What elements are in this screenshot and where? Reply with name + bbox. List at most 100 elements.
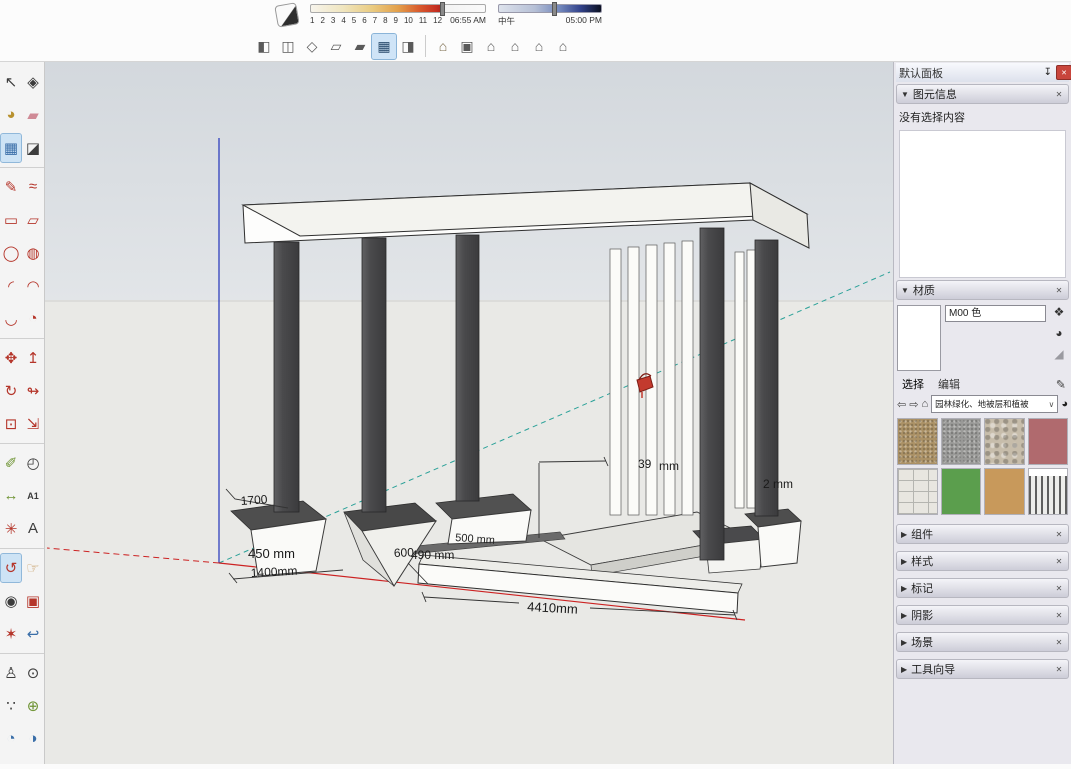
- pan-tool[interactable]: ☞: [23, 554, 43, 582]
- look-around-tool[interactable]: ⊙: [23, 659, 43, 687]
- modeling-viewport[interactable]: 1700 450 mm 1400mm 600 490 mm 500 mm 441…: [45, 62, 893, 764]
- position-camera-tool[interactable]: ♙: [1, 659, 21, 687]
- shadow-toggle-icon[interactable]: [274, 2, 299, 27]
- partial-tool-left[interactable]: ◔: [1, 725, 21, 753]
- forward-arrow-icon[interactable]: ⇨: [909, 398, 918, 411]
- date-slider-handle[interactable]: [440, 2, 445, 16]
- material-name-field[interactable]: M00 色: [945, 305, 1046, 322]
- pie-tool[interactable]: ◔: [23, 305, 43, 333]
- view-iso-button[interactable]: ⌂: [431, 34, 455, 59]
- pin-icon[interactable]: ↧: [1044, 67, 1052, 78]
- zoom-previous-tool[interactable]: ↩: [23, 620, 43, 648]
- zoom-window-tool[interactable]: ▣: [23, 587, 43, 615]
- shadow-time-slider[interactable]: 中午 05:00 PM: [498, 4, 602, 27]
- scale-tool[interactable]: ⇲: [23, 410, 43, 438]
- back-arrow-icon[interactable]: ⇦: [897, 398, 906, 411]
- zoom-extents-tool[interactable]: ✶: [1, 620, 21, 648]
- materials-close-icon[interactable]: ✕: [1054, 286, 1064, 295]
- partial-tool-right[interactable]: ◑: [23, 725, 43, 753]
- section-close-icon[interactable]: ✕: [1054, 638, 1064, 647]
- time-slider-track[interactable]: [498, 4, 602, 13]
- style-back-edges-button[interactable]: ◫: [276, 34, 300, 59]
- paint-bucket-tool[interactable]: ◕: [1, 101, 21, 129]
- section-components[interactable]: ▶ 组件 ✕: [896, 524, 1069, 544]
- swatch-grass-green[interactable]: [941, 468, 982, 515]
- swatch-fence[interactable]: [1028, 468, 1069, 515]
- push-pull-tool[interactable]: ↥: [23, 344, 43, 372]
- viewport-canvas[interactable]: 1700 450 mm 1400mm 600 490 mm 500 mm 441…: [45, 62, 893, 764]
- view-front-button[interactable]: ⌂: [479, 34, 503, 59]
- section-shadows[interactable]: ▶ 阴影 ✕: [896, 605, 1069, 625]
- date-slider-track[interactable]: [310, 4, 486, 13]
- rotated-rectangle-tool[interactable]: ▱: [23, 206, 43, 234]
- view-back-button[interactable]: ⌂: [527, 34, 551, 59]
- paint-bucket-icon[interactable]: ◕: [1055, 326, 1062, 340]
- section-close-icon[interactable]: ✕: [1054, 611, 1064, 620]
- circle-tool[interactable]: ◯: [1, 239, 21, 267]
- offset-tool[interactable]: ⊡: [1, 410, 21, 438]
- time-slider-handle[interactable]: [552, 2, 557, 16]
- view-top-button[interactable]: ▣: [455, 34, 479, 59]
- home-icon[interactable]: ⌂: [921, 398, 928, 410]
- in-model-bucket-icon[interactable]: ◕: [1061, 398, 1068, 410]
- swatch-sand-tan[interactable]: [984, 468, 1025, 515]
- entity-info-header[interactable]: ▼ 图元信息 ✕: [896, 84, 1069, 104]
- walk-tool[interactable]: ∵: [1, 692, 21, 720]
- style-hidden-line-button[interactable]: ▱: [324, 34, 348, 59]
- style-shaded-textures-button[interactable]: ▦: [372, 34, 396, 59]
- shadow-date-slider[interactable]: 123456789101112 06:55 AM: [310, 4, 486, 25]
- section-styles[interactable]: ▶ 样式 ✕: [896, 551, 1069, 571]
- tab-edit[interactable]: 编辑: [938, 376, 960, 392]
- rotate-tool[interactable]: ↻: [1, 377, 21, 405]
- style-wireframe-button[interactable]: ◇: [300, 34, 324, 59]
- axes-tool[interactable]: ✳: [1, 515, 21, 543]
- protractor-tool[interactable]: ◴: [23, 449, 43, 477]
- style-monochrome-button[interactable]: ◨: [396, 34, 420, 59]
- orbit-tool[interactable]: ↺: [1, 554, 21, 582]
- section-tags[interactable]: ▶ 标记 ✕: [896, 578, 1069, 598]
- swatch-cobblestone[interactable]: [984, 418, 1025, 465]
- style-shaded-button[interactable]: ▰: [348, 34, 372, 59]
- material-preview-thumbnail[interactable]: [897, 305, 941, 371]
- section-scenes[interactable]: ▶ 场景 ✕: [896, 632, 1069, 652]
- dimension-tool[interactable]: ↔: [1, 482, 21, 510]
- polygon-tool[interactable]: ◍: [23, 239, 43, 267]
- tab-select[interactable]: 选择: [902, 376, 924, 392]
- two-point-arc-tool[interactable]: ◠: [23, 272, 43, 300]
- select-tool[interactable]: ↖: [1, 68, 21, 96]
- make-component-tool[interactable]: ◈: [23, 68, 43, 96]
- entity-info-close-icon[interactable]: ✕: [1054, 90, 1064, 99]
- tape-measure-tool[interactable]: ✐: [1, 449, 21, 477]
- tray-close-button[interactable]: ✕: [1056, 65, 1071, 80]
- section-close-icon[interactable]: ✕: [1054, 530, 1064, 539]
- create-material-button[interactable]: ❖: [1054, 305, 1065, 319]
- rectangle-tool[interactable]: ▭: [1, 206, 21, 234]
- arc-tool[interactable]: ◜: [1, 272, 21, 300]
- section-close-icon[interactable]: ✕: [1054, 557, 1064, 566]
- swatch-pavers[interactable]: [897, 468, 938, 515]
- three-point-arc-tool[interactable]: ◡: [1, 305, 21, 333]
- xray-style-tool[interactable]: ▦: [1, 134, 21, 162]
- swatch-rose[interactable]: [1028, 418, 1069, 465]
- secondary-pane-toggle[interactable]: ◢: [1054, 347, 1063, 361]
- move-tool[interactable]: ✥: [1, 344, 21, 372]
- text-tool[interactable]: A1: [23, 482, 43, 510]
- push-eraser-tool[interactable]: ◪: [23, 134, 43, 162]
- section-close-icon[interactable]: ✕: [1054, 584, 1064, 593]
- section-close-icon[interactable]: ✕: [1054, 665, 1064, 674]
- section-plane-tool[interactable]: ⊕: [23, 692, 43, 720]
- zoom-tool[interactable]: ◉: [1, 587, 21, 615]
- sample-paint-eyedropper-icon[interactable]: ✐: [1053, 379, 1067, 389]
- view-right-button[interactable]: ⌂: [503, 34, 527, 59]
- eraser-tool[interactable]: ▰: [23, 101, 43, 129]
- materials-header[interactable]: ▼ 材质 ✕: [896, 280, 1069, 300]
- freehand-tool[interactable]: ≈: [23, 173, 43, 201]
- swatch-gravel-brown[interactable]: [897, 418, 938, 465]
- line-tool[interactable]: ✎: [1, 173, 21, 201]
- follow-me-tool[interactable]: ↬: [23, 377, 43, 405]
- swatch-gravel-gray[interactable]: [941, 418, 982, 465]
- style-xray-button[interactable]: ◧: [252, 34, 276, 59]
- section-instructor[interactable]: ▶ 工具向导 ✕: [896, 659, 1069, 679]
- 3d-text-tool[interactable]: A: [23, 515, 43, 543]
- material-category-dropdown[interactable]: 园林绿化、地被层和植被 ∨: [931, 395, 1058, 413]
